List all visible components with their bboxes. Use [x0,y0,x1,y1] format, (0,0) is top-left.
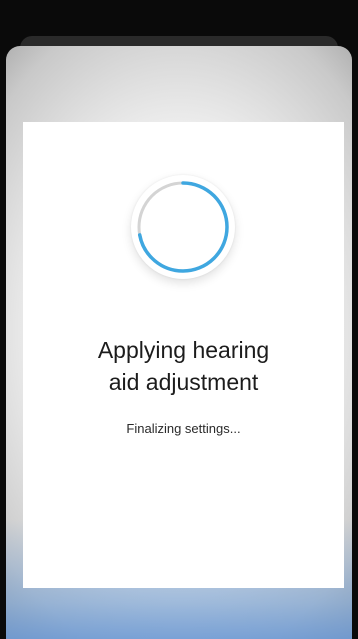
dialog-title-line2: aid adjustment [108,369,259,395]
progress-spinner [131,175,235,279]
dialog-subtitle: Finalizing settings... [126,421,241,436]
dialog-title: Applying hearing aid adjustment [23,334,344,398]
dialog-title-line1: Applying hearing [97,337,270,363]
progress-spinner-icon [137,181,229,273]
app-screen: Applying hearing aid adjustment Finalizi… [0,0,358,639]
